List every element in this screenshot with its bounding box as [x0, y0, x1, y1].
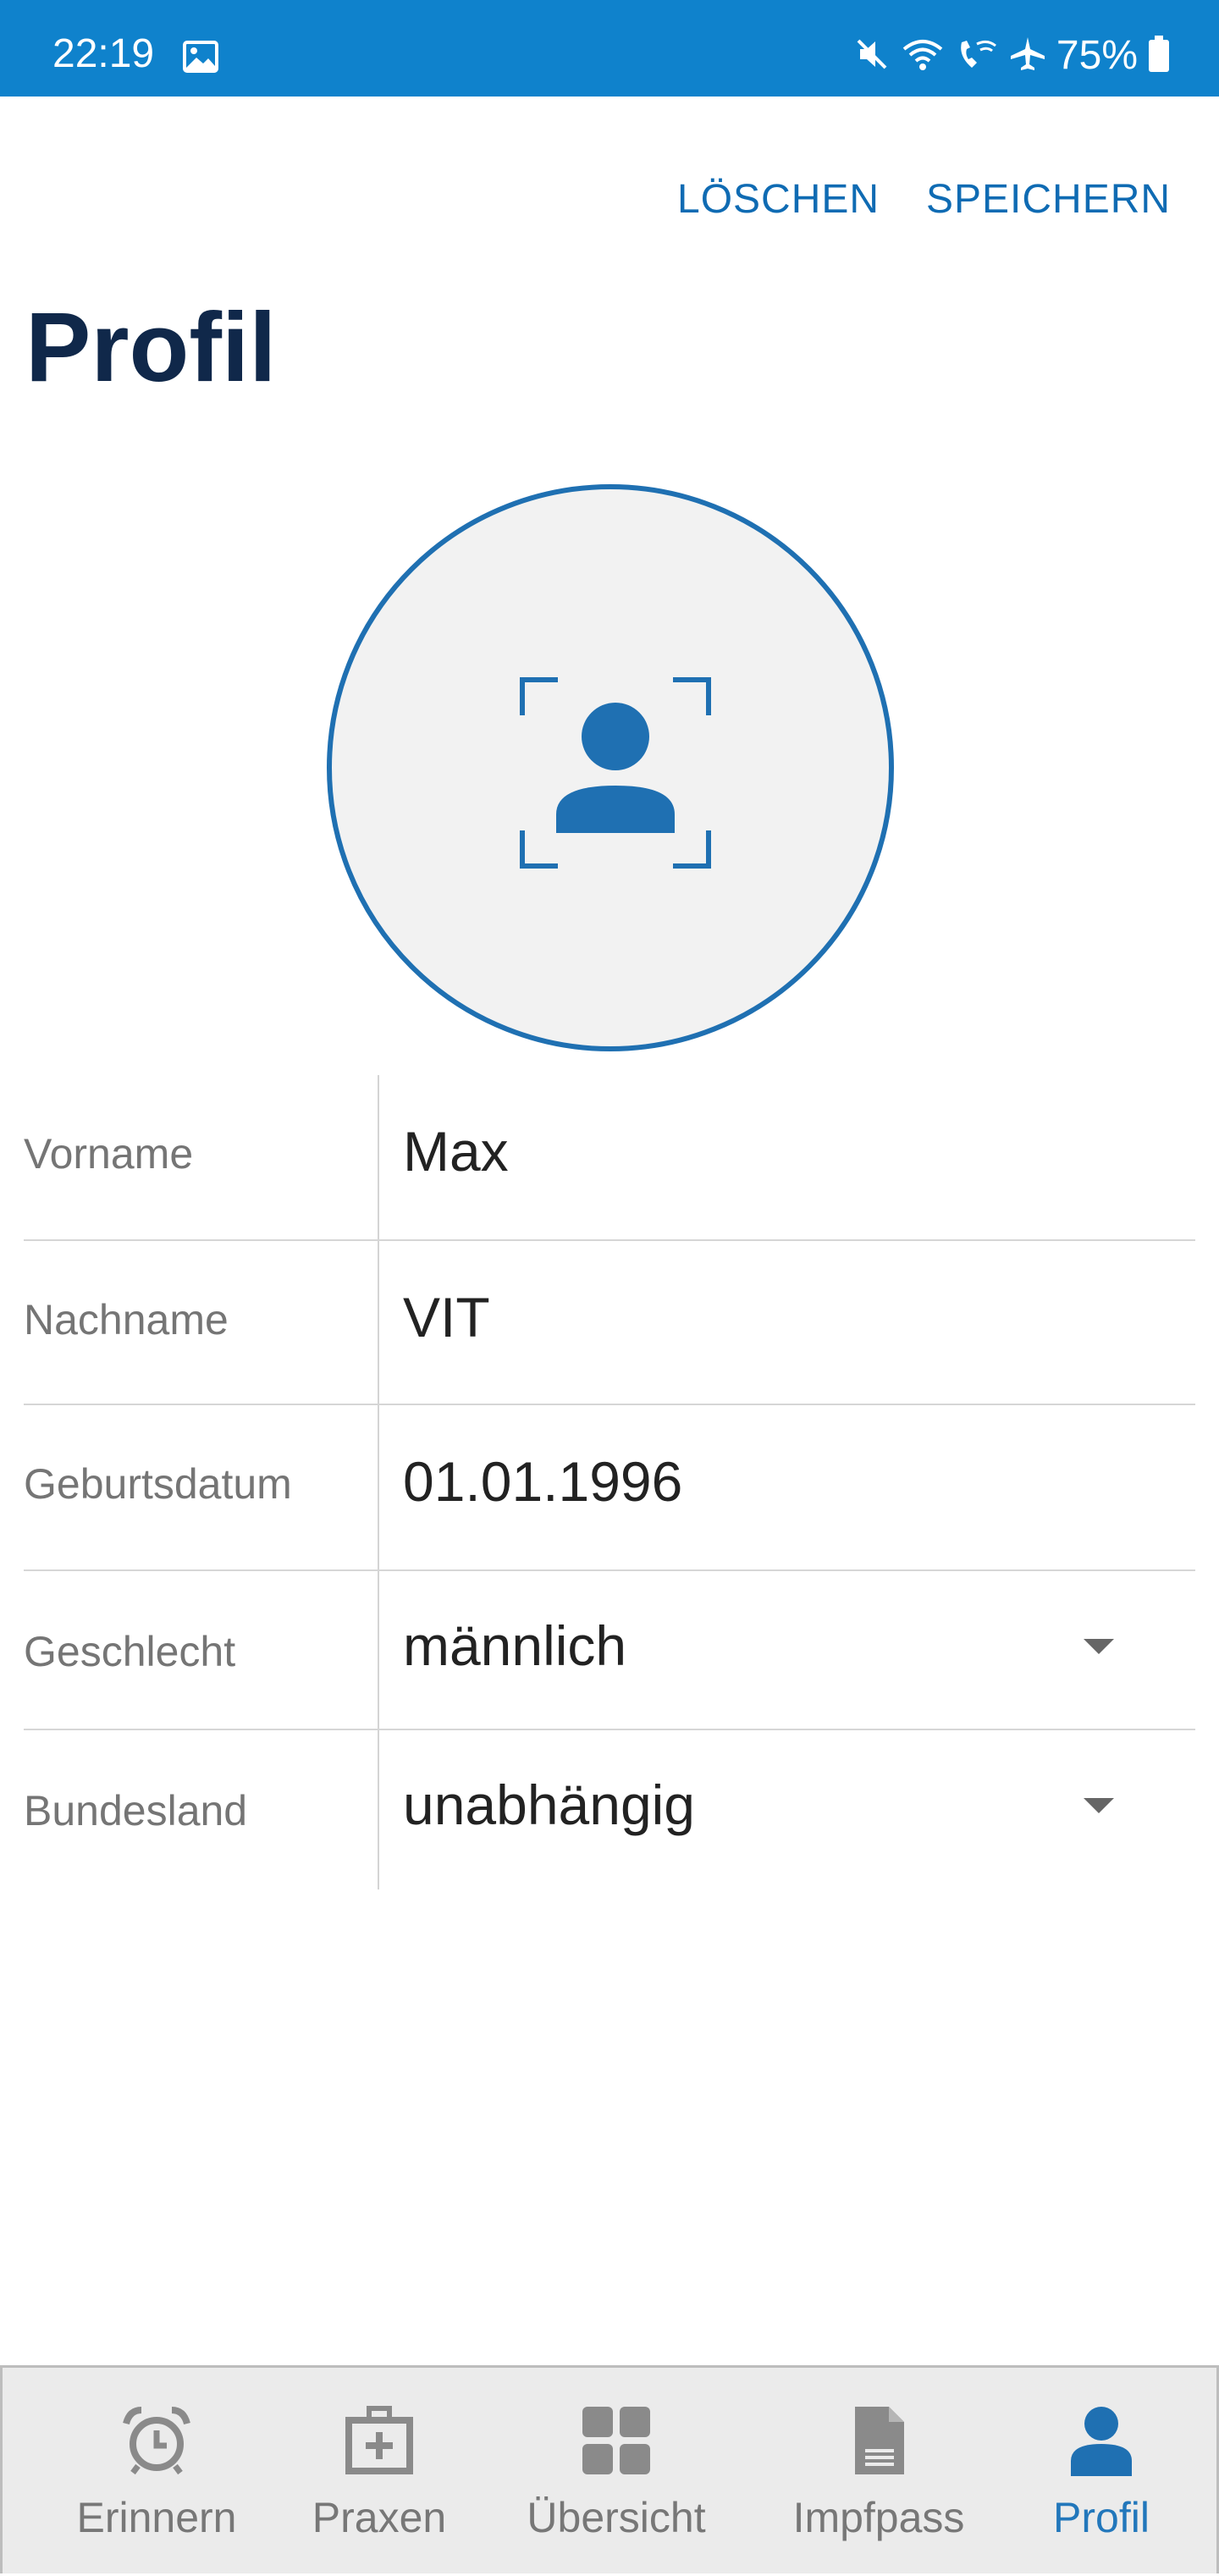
nav-item-uebersicht[interactable]: Übersicht	[510, 2368, 722, 2576]
airplane-icon	[1009, 36, 1046, 77]
nav-item-impfpass[interactable]: Impfpass	[773, 2368, 985, 2576]
state-select[interactable]: unabhängig	[403, 1773, 695, 1837]
status-bar: 22:19 75%	[0, 0, 1219, 97]
state-label: Bundesland	[24, 1787, 248, 1834]
lastname-label: Nachname	[24, 1296, 229, 1343]
delete-button[interactable]: LÖSCHEN	[677, 176, 880, 223]
nav-label-praxen: Praxen	[312, 2494, 447, 2541]
battery-icon	[1148, 35, 1170, 77]
lastname-field[interactable]: VIT	[403, 1285, 490, 1349]
form-row-birthdate: Geburtsdatum 01.01.1996	[24, 1405, 1195, 1571]
chevron-down-icon[interactable]	[1084, 1798, 1114, 1813]
medical-bag-icon	[344, 2405, 415, 2476]
nav-label-profil: Profil	[1053, 2494, 1150, 2541]
wifi-icon	[901, 36, 945, 77]
save-button[interactable]: SPEICHERN	[926, 176, 1171, 223]
nav-label-uebersicht: Übersicht	[527, 2494, 706, 2541]
chevron-down-icon[interactable]	[1084, 1639, 1114, 1654]
mute-icon	[853, 36, 891, 77]
form-row-firstname: Vorname Max	[24, 1075, 1195, 1241]
birthdate-field[interactable]: 01.01.1996	[403, 1449, 682, 1514]
person-icon	[1066, 2405, 1137, 2476]
battery-percentage: 75%	[1056, 33, 1138, 78]
nav-item-praxen[interactable]: Praxen	[290, 2368, 468, 2576]
document-icon	[843, 2405, 914, 2476]
gender-label: Geschlecht	[24, 1628, 236, 1675]
nav-item-erinnern[interactable]: Erinnern	[55, 2368, 258, 2576]
nav-label-impfpass: Impfpass	[792, 2494, 965, 2541]
status-time: 22:19	[52, 31, 155, 76]
nav-label-erinnern: Erinnern	[76, 2494, 237, 2541]
form-row-gender[interactable]: Geschlecht männlich	[24, 1571, 1195, 1730]
alarm-clock-icon	[121, 2405, 192, 2476]
gallery-icon	[183, 41, 218, 73]
form-row-lastname: Nachname VIT	[24, 1241, 1195, 1405]
birthdate-label: Geburtsdatum	[24, 1460, 292, 1508]
form-row-state[interactable]: Bundesland unabhängig	[24, 1730, 1195, 1889]
page-title: Profil	[25, 292, 277, 402]
profile-photo-button[interactable]	[327, 484, 894, 1051]
gender-select[interactable]: männlich	[403, 1613, 626, 1678]
profile-scan-icon	[520, 677, 711, 869]
firstname-field[interactable]: Max	[403, 1119, 509, 1183]
wifi-call-icon	[955, 36, 999, 77]
dashboard-grid-icon	[581, 2405, 652, 2476]
bottom-navigation: Erinnern Praxen Übersicht Impfpass Profi…	[0, 2365, 1219, 2573]
status-icons: 75%	[853, 32, 1170, 80]
nav-item-profil[interactable]: Profil	[1034, 2368, 1169, 2576]
firstname-label: Vorname	[24, 1130, 194, 1178]
